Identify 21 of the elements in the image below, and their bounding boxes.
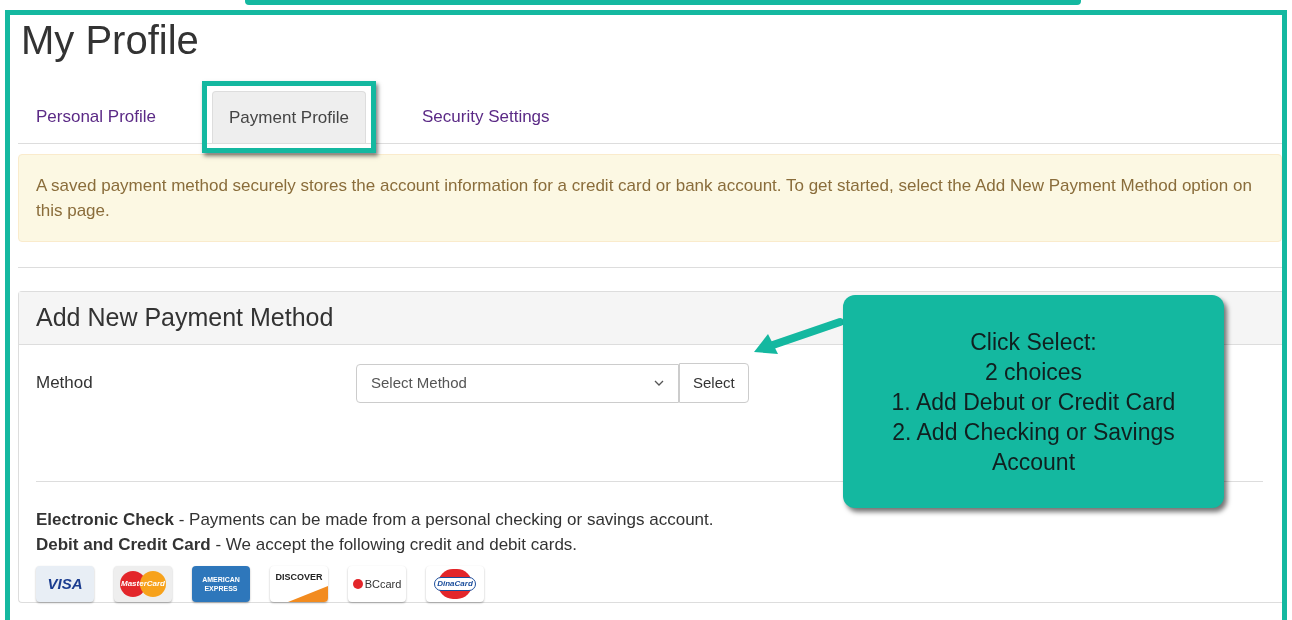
select-button[interactable]: Select [679, 363, 749, 403]
card-logo: DinaCard [426, 566, 484, 602]
page-title: My Profile [21, 17, 200, 63]
method-select[interactable]: Select Method [356, 363, 679, 403]
tab[interactable]: Personal Profile [20, 91, 172, 143]
card-logo: VISA [36, 566, 94, 602]
panel-title: Add New Payment Method [36, 302, 334, 334]
chevron-down-icon [654, 380, 664, 386]
callout-text: 1. Add Debut or Credit Card [890, 387, 1177, 417]
field-label: Method [36, 372, 94, 395]
callout-text: 2. Add Checking or Savings Account [891, 417, 1176, 477]
tab[interactable]: Payment Profile [212, 91, 366, 143]
card-logo: DISCOVER [270, 566, 328, 602]
tab[interactable]: Security Settings [406, 91, 566, 143]
callout-text: 2 choices [983, 357, 1084, 387]
info-alert: A saved payment method securely stores the account information for a credit card or bank account. To get started, select the Add New Payment Method option on this page. [18, 154, 1282, 242]
card-logo: MasterCard [114, 566, 172, 602]
callout-text: Click Select: [969, 327, 1098, 357]
payment-note: Debit and Credit Card - We accept the following credit and debit cards. [36, 534, 579, 556]
payment-note: Electronic Check - Payments can be made from a personal checking or savings account. [36, 509, 715, 531]
card-logo: BCcard [348, 566, 406, 602]
